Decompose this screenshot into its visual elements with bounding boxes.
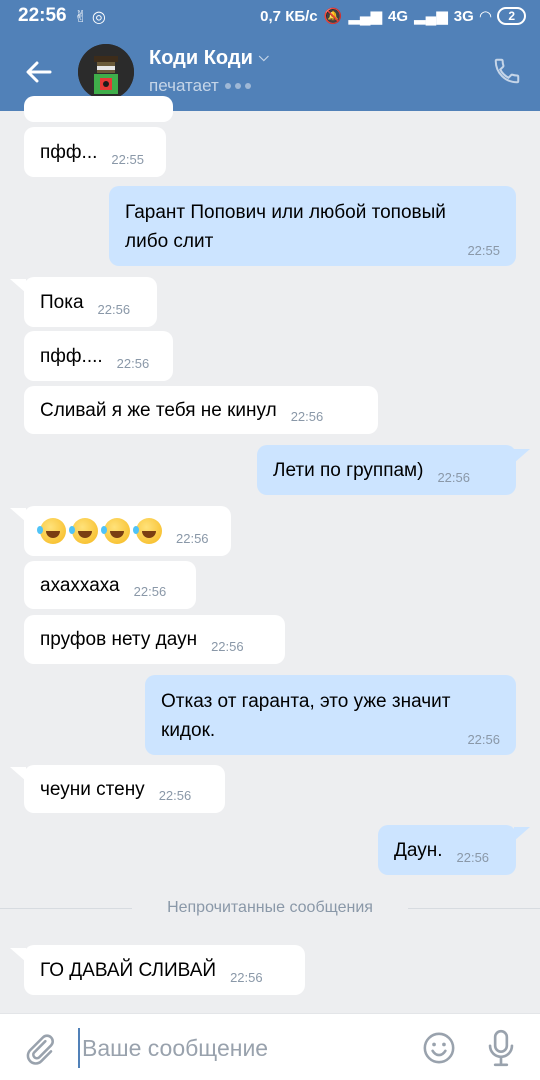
message-text: Сливай я же тебя не кинул (40, 399, 277, 421)
message-bubble-clipped (24, 96, 173, 122)
message-text: Лети по группам) (273, 459, 424, 481)
signal-icon: ▂▄▆ (348, 8, 383, 25)
chevron-down-icon: ⌵ (258, 49, 269, 64)
message-time: 22:56 (133, 584, 167, 599)
paperclip-icon (26, 1034, 54, 1065)
emoji-button[interactable] (422, 1031, 456, 1065)
status-time: 22:56 (18, 5, 67, 26)
message-incoming[interactable]: ГО ДАВАЙ СЛИВАЙ 22:56 (24, 945, 305, 995)
rolling-laughing-emoji-icon (101, 518, 130, 544)
message-time: 22:56 (211, 639, 244, 654)
message-text: Гарант Попович или любой топовый либо сл… (125, 202, 446, 252)
unread-divider: Непрочитанные сообщения (0, 896, 540, 922)
network-type-1: 4G (388, 7, 409, 25)
message-incoming[interactable]: 22:56 (24, 506, 231, 556)
back-button[interactable] (22, 55, 56, 89)
message-time: 22:56 (467, 732, 500, 747)
notification-icons: ✌ ◎ (74, 9, 106, 26)
avatar[interactable] (78, 44, 134, 100)
rolling-laughing-emoji-icon (133, 518, 162, 544)
message-outgoing[interactable]: Отказ от гаранта, это уже значит кидок. … (145, 675, 516, 755)
message-text: ахаххаха (40, 574, 120, 596)
signal-icon-2: ▂▄▆ (414, 8, 448, 25)
message-time: 22:56 (97, 302, 131, 317)
message-time: 22:56 (456, 850, 490, 865)
message-text: пфф.... (40, 345, 103, 367)
status-bar: 22:56 ✌ ◎ 0,7 КБ/с 🔕 ▂▄▆ 4G ▂▄▆ 3G ◠ 2 (0, 0, 540, 34)
avatar-image (78, 44, 134, 100)
message-text: Пока (40, 291, 84, 313)
mute-icon: 🔕 (323, 8, 343, 25)
battery-icon: 2 (497, 7, 526, 25)
message-incoming[interactable]: ахаххаха 22:56 (24, 561, 196, 609)
message-composer (0, 1013, 540, 1080)
chat-header: 22:56 ✌ ◎ 0,7 КБ/с 🔕 ▂▄▆ 4G ▂▄▆ 3G ◠ 2 К… (0, 0, 540, 111)
message-time: 22:55 (467, 243, 500, 258)
attach-button[interactable] (22, 1032, 56, 1066)
message-text: пфф... (40, 141, 98, 163)
message-text: Даун. (394, 839, 443, 861)
message-time: 22:56 (230, 970, 263, 985)
message-text: пруфов нету даун (40, 629, 198, 650)
back-arrow-icon (26, 61, 52, 83)
microphone-icon (488, 1029, 514, 1067)
voice-record-button[interactable] (486, 1029, 516, 1067)
message-incoming[interactable]: пфф.... 22:56 (24, 331, 173, 381)
message-incoming[interactable]: Сливай я же тебя не кинул 22:56 (24, 386, 378, 434)
smile-icon (423, 1032, 455, 1064)
typing-status-text: печатает (149, 76, 219, 95)
rolling-laughing-emoji-icon (37, 518, 66, 544)
message-text: Отказ от гаранта, это уже значит кидок. (161, 691, 451, 741)
message-incoming[interactable]: пруфов нету даун 22:56 (24, 615, 285, 664)
message-time: 22:56 (158, 788, 192, 803)
message-time: 22:55 (111, 152, 144, 167)
message-outgoing[interactable]: Даун. 22:56 (378, 825, 516, 875)
emoji-row (37, 518, 162, 544)
message-text: ГО ДАВАЙ СЛИВАЙ (40, 959, 217, 981)
message-incoming[interactable]: чеуни стену 22:56 (24, 765, 225, 813)
chat-title[interactable]: Коди Коди ⌵ (149, 47, 269, 70)
message-outgoing[interactable]: Лети по группам) 22:56 (257, 445, 516, 495)
network-speed: 0,7 КБ/с (260, 7, 318, 25)
chat-name-text: Коди Коди (149, 47, 253, 69)
message-outgoing[interactable]: Гарант Попович или любой топовый либо сл… (109, 186, 516, 266)
bubble-tail (514, 449, 530, 463)
phone-icon (494, 58, 520, 84)
message-incoming[interactable]: Пока 22:56 (24, 277, 157, 327)
divider-line (408, 908, 540, 909)
message-incoming[interactable]: пфф... 22:55 (24, 127, 166, 177)
bubble-tail (514, 827, 530, 841)
typing-status: печатает (149, 76, 255, 96)
message-time: 22:56 (176, 531, 209, 546)
message-input[interactable] (78, 1028, 398, 1068)
wifi-icon: ◠ (479, 8, 492, 25)
typing-dots-icon (224, 76, 255, 96)
message-time: 22:56 (437, 470, 470, 485)
call-button[interactable] (492, 56, 522, 86)
message-time: 22:56 (116, 356, 150, 371)
message-text: чеуни стену (40, 778, 145, 800)
status-right: 0,7 КБ/с 🔕 ▂▄▆ 4G ▂▄▆ 3G ◠ 2 (260, 7, 526, 25)
message-time: 22:56 (290, 409, 324, 424)
network-type-2: 3G (453, 7, 474, 25)
rolling-laughing-emoji-icon (69, 518, 98, 544)
